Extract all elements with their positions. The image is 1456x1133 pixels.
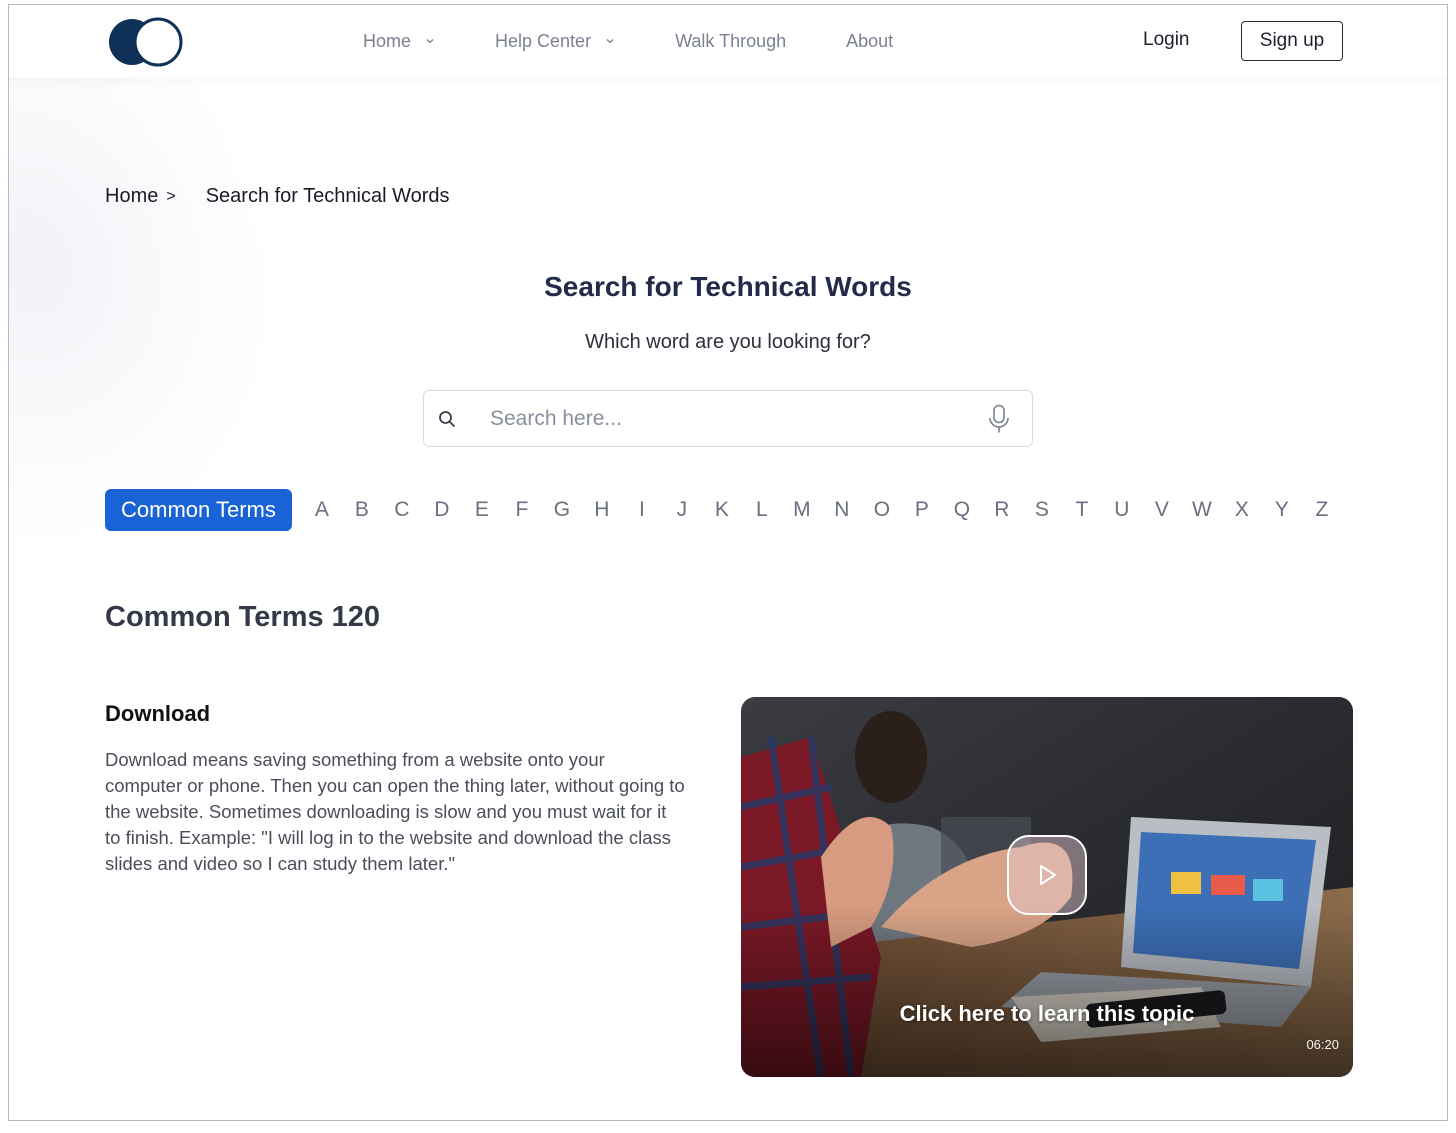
microphone-icon[interactable]	[988, 404, 1010, 434]
breadcrumb-current: Search for Technical Words	[205, 185, 450, 207]
letter-t[interactable]: T	[1062, 498, 1102, 522]
letter-s[interactable]: S	[1022, 498, 1062, 522]
nav-item-about[interactable]: About	[846, 31, 893, 52]
letter-r[interactable]: R	[982, 498, 1022, 522]
chevron-down-icon	[606, 39, 614, 44]
video-card[interactable]: Click here to learn this topic 06:20	[741, 697, 1353, 1077]
letter-q[interactable]: Q	[942, 498, 982, 522]
breadcrumb: Home > Search for Technical Words	[105, 185, 450, 208]
term-description: Download means saving something from a w…	[105, 749, 685, 874]
nav-item-label: Help Center	[495, 30, 592, 51]
letter-g[interactable]: G	[542, 498, 582, 522]
breadcrumb-separator: >	[166, 187, 176, 205]
nav-item-label: Walk Through	[675, 30, 787, 51]
top-header: Home Help Center Walk Through About Logi…	[9, 5, 1447, 77]
section-title: Common Terms 120	[105, 601, 381, 633]
main-nav: Home Help Center Walk Through About	[363, 5, 953, 77]
video-duration: 06:20	[1306, 1037, 1339, 1052]
letter-p[interactable]: P	[902, 498, 942, 522]
letter-n[interactable]: N	[822, 498, 862, 522]
nav-item-help-center[interactable]: Help Center	[495, 31, 615, 52]
letter-b[interactable]: B	[342, 498, 382, 522]
letter-a[interactable]: A	[302, 498, 342, 522]
term-title: Download	[105, 701, 211, 726]
letter-d[interactable]: D	[422, 498, 462, 522]
play-icon	[1040, 865, 1056, 885]
page-frame: Home Help Center Walk Through About Logi…	[8, 4, 1448, 1121]
letter-m[interactable]: M	[782, 498, 822, 522]
breadcrumb-home-link[interactable]: Home	[105, 185, 158, 208]
chevron-down-icon	[426, 39, 434, 44]
nav-item-walk-through[interactable]: Walk Through	[675, 31, 786, 52]
letter-c[interactable]: C	[382, 498, 422, 522]
page-title: Search for Technical Words	[544, 271, 912, 302]
nav-item-home[interactable]: Home	[363, 31, 435, 52]
letter-x[interactable]: X	[1222, 498, 1262, 522]
play-button[interactable]	[1007, 835, 1087, 915]
letter-o[interactable]: O	[862, 498, 902, 522]
letter-list: ABCDEFGHIJKLMNOPQRSTUVWXYZ	[302, 498, 1342, 522]
login-link[interactable]: Login	[1143, 29, 1190, 51]
letter-f[interactable]: F	[502, 498, 542, 522]
letter-k[interactable]: K	[702, 498, 742, 522]
letter-z[interactable]: Z	[1302, 498, 1342, 522]
letter-l[interactable]: L	[742, 498, 782, 522]
nav-item-label: About	[846, 30, 894, 51]
signup-button[interactable]: Sign up	[1241, 21, 1343, 61]
letter-v[interactable]: V	[1142, 498, 1182, 522]
search-icon[interactable]	[438, 410, 456, 428]
letter-j[interactable]: J	[662, 498, 702, 522]
letter-e[interactable]: E	[462, 498, 502, 522]
video-caption: Click here to learn this topic	[899, 1001, 1195, 1026]
search-bar	[423, 390, 1033, 447]
page-subtitle: Which word are you looking for?	[585, 331, 871, 353]
letter-y[interactable]: Y	[1262, 498, 1302, 522]
common-terms-button[interactable]: Common Terms	[105, 489, 292, 531]
letter-u[interactable]: U	[1102, 498, 1142, 522]
letter-w[interactable]: W	[1182, 498, 1222, 522]
alphabet-filter: Common Terms ABCDEFGHIJKLMNOPQRSTUVWXYZ	[105, 489, 1342, 531]
logo[interactable]	[109, 17, 187, 67]
letter-h[interactable]: H	[582, 498, 622, 522]
nav-item-label: Home	[363, 30, 412, 51]
search-input[interactable]	[490, 406, 960, 431]
letter-i[interactable]: I	[622, 498, 662, 522]
